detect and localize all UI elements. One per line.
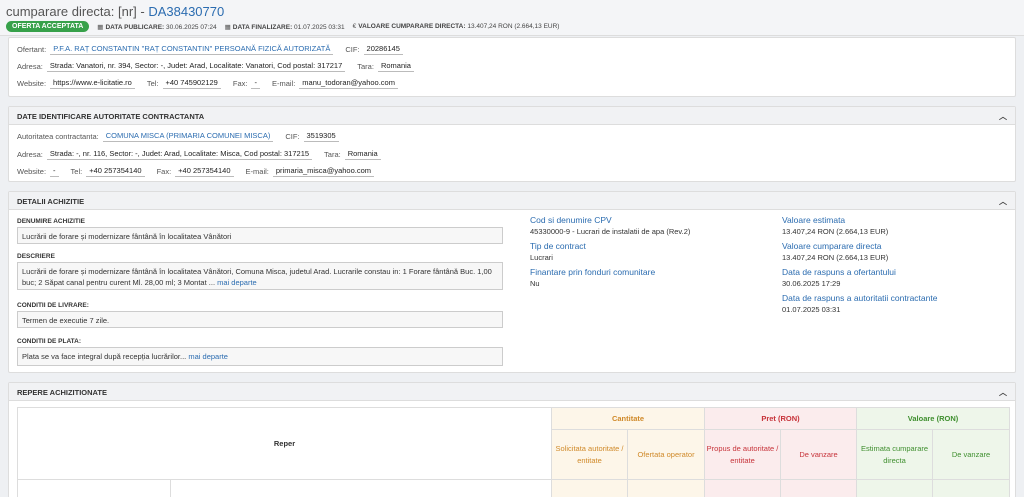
col-solicitata: Solicitata autoritate / entitate [551, 429, 629, 480]
calendar-icon: ▦ [97, 23, 104, 31]
finalize-date: ▦ DATA FINALIZARE: 01.07.2025 03:31 [224, 23, 345, 31]
authority-country: Romania [344, 149, 381, 160]
denumire-label: DENUMIRE ACHIZITIE [17, 218, 86, 225]
ofertant-website: https://www.e-licitatie.ro [50, 78, 135, 89]
descriere-field: Lucrării de forare și modernizare fântân… [17, 262, 503, 290]
ofertant-name-link[interactable]: P.F.A. RAȚ CONSTANTIN "RAȚ CONSTANTIN" P… [50, 44, 334, 55]
authority-contact-row: Website: - Tel: +40 257354140 Fax: +40 2… [17, 166, 375, 177]
ofertant-fax: - [251, 78, 260, 89]
descriere-more-link[interactable]: mai departe [217, 278, 257, 287]
denumire-field: Lucrării de forare și modernizare fântân… [17, 227, 503, 244]
items-table: Reper Cantitate Pret (RON) Valoare (RON)… [16, 407, 1011, 497]
cpv-info: Cod si denumire CPV 45330000-9 - Lucrari… [530, 215, 691, 236]
publish-date: ▦ DATA PUBLICARE: 30.06.2025 07:24 [97, 23, 217, 31]
bidder-response-info: Data de raspuns a ofertantului 30.06.202… [782, 267, 896, 288]
authority-website: - [50, 166, 59, 177]
group-pret: Pret (RON) [704, 407, 858, 430]
details-card: DETALII ACHIZITIE ︿ DENUMIRE ACHIZITIE L… [8, 191, 1016, 373]
euro-icon: € [352, 23, 357, 30]
items-card: REPERE ACHIZITIONATE ︿ Reper Cantitate P… [8, 382, 1016, 497]
authority-row: Autoritatea contractanta: COMUNA MISCA (… [17, 131, 339, 142]
ofertant-email: manu_todoran@yahoo.com [299, 78, 398, 89]
authority-address: Strada: -, nr. 116, Sector: -, Judet: Ar… [46, 149, 313, 160]
authority-fax: +40 257354140 [175, 166, 234, 177]
livrare-label: CONDITII DE LIVRARE: [17, 302, 89, 309]
col-ofertata: Ofertata operator [627, 429, 706, 480]
authority-card: DATE IDENTIFICARE AUTORITATE CONTRACTANT… [8, 106, 1016, 182]
authority-section-header[interactable]: DATE IDENTIFICARE AUTORITATE CONTRACTANT… [9, 107, 1015, 125]
ofertant-card: Ofertant: P.F.A. RAȚ CONSTANTIN "RAȚ CON… [8, 37, 1016, 97]
plata-label: CONDITII DE PLATA: [17, 338, 82, 345]
procedure-code-link[interactable]: DA38430770 [148, 4, 224, 19]
items-section-header[interactable]: REPERE ACHIZITIONATE ︿ [9, 383, 1015, 401]
authority-cif: 3519305 [303, 131, 339, 142]
page-header: cumparare directa: [nr] - DA38430770 OFE… [0, 0, 1024, 36]
livrare-field: Termen de executie 7 zile. [17, 311, 503, 328]
authority-address-row: Adresa: Strada: -, nr. 116, Sector: -, J… [17, 149, 381, 160]
group-valoare: Valoare (RON) [856, 407, 1011, 430]
ofertant-contact-row: Website: https://www.e-licitatie.ro Tel:… [17, 78, 398, 89]
ofertant-phone: +40 745902129 [162, 78, 221, 89]
table-row [17, 479, 1011, 497]
col-propus: Propus de autoritate / entitate [704, 429, 782, 480]
details-section-header[interactable]: DETALII ACHIZITIE ︿ [9, 192, 1015, 210]
col-estimata: Estimata cumparare directa [856, 429, 934, 480]
col-reper: Reper [16, 407, 553, 480]
ofertant-row: Ofertant: P.F.A. RAȚ CONSTANTIN "RAȚ CON… [17, 44, 403, 55]
ofertant-address-row: Adresa: Strada: Vanatori, nr. 394, Secto… [17, 61, 414, 72]
descriere-label: DESCRIERE [17, 253, 55, 260]
chevron-up-icon[interactable]: ︿ [999, 196, 1007, 207]
chevron-up-icon[interactable]: ︿ [999, 387, 1007, 398]
ofertant-country: Romania [377, 61, 414, 72]
direct-purchase-value: € VALOARE CUMPARARE DIRECTA: 13.407,24 RO… [352, 23, 560, 30]
page-title: cumparare directa: [nr] - DA38430770 [6, 4, 224, 19]
authority-phone: +40 257354140 [86, 166, 145, 177]
authority-response-info: Data de raspuns a autoritatii contractan… [782, 293, 938, 314]
title-prefix: cumparare directa: [nr] - [6, 4, 149, 19]
plata-more-link[interactable]: mai departe [188, 352, 228, 361]
col-de-vanzare-pret: De vanzare [780, 429, 858, 480]
authority-email: primaria_misca@yahoo.com [272, 166, 375, 177]
group-cantitate: Cantitate [551, 407, 706, 430]
col-de-vanzare-valoare: De vanzare [932, 429, 1011, 480]
contract-type-info: Tip de contract Lucrari [530, 241, 586, 262]
eu-funds-info: Finantare prin fonduri comunitare Nu [530, 267, 656, 288]
ofertant-address: Strada: Vanatori, nr. 394, Sector: -, Ju… [46, 61, 346, 72]
direct-value-info: Valoare cumparare directa 13.407,24 RON … [782, 241, 889, 262]
chevron-up-icon[interactable]: ︿ [999, 111, 1007, 122]
plata-field: Plata se va face integral după recepția … [17, 347, 503, 366]
authority-name-link[interactable]: COMUNA MISCA (PRIMARIA COMUNEI MISCA) [102, 131, 274, 142]
ofertant-cif: 20286145 [363, 44, 403, 55]
status-badge: OFERTA ACCEPTATA [6, 21, 90, 32]
header-meta: OFERTA ACCEPTATA ▦ DATA PUBLICARE: 30.06.… [6, 21, 559, 32]
estimated-value-info: Valoare estimata 13.407,24 RON (2.664,13… [782, 215, 889, 236]
calendar-icon: ▦ [224, 23, 231, 31]
